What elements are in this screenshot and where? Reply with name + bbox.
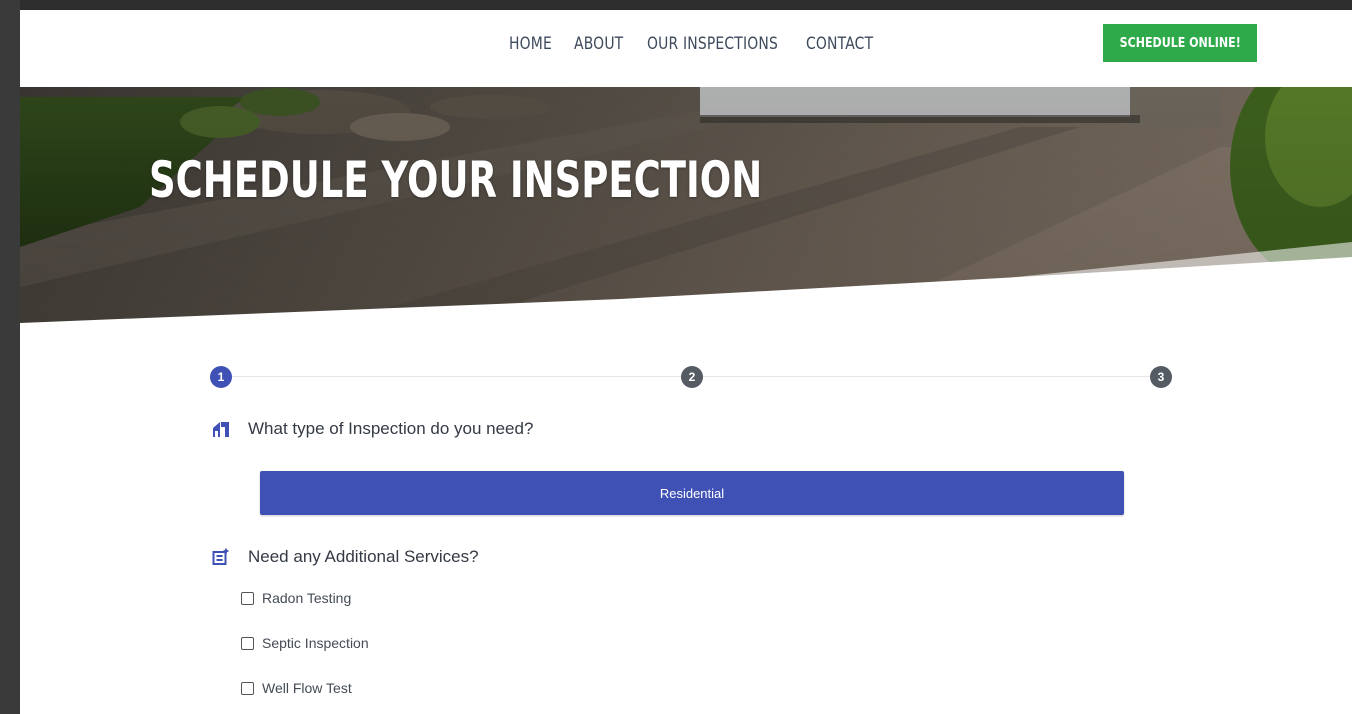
step-3-indicator: 3 (1150, 366, 1172, 388)
main-nav: HOME ABOUT OUR INSPECTIONS CONTACT (509, 34, 897, 54)
nav-contact-link[interactable]: CONTACT (806, 34, 873, 54)
page: HOME ABOUT OUR INSPECTIONS CONTACT SCHED… (20, 10, 1352, 714)
inspection-type-question: What type of Inspection do you need? (210, 418, 533, 440)
hero-title: SCHEDULE YOUR INSPECTION (149, 151, 763, 209)
inspection-type-label: What type of Inspection do you need? (248, 419, 534, 438)
additional-services-label: Need any Additional Services? (248, 547, 479, 566)
house-icon (210, 418, 232, 440)
progress-stepper: 1 2 3 (210, 366, 1174, 388)
step-1-indicator: 1 (210, 366, 232, 388)
schedule-online-button[interactable]: SCHEDULE ONLINE! (1103, 24, 1257, 62)
well-flow-test-label: Well Flow Test (262, 680, 352, 696)
add-note-icon (210, 546, 232, 568)
browser-frame-left (0, 0, 20, 714)
site-header: HOME ABOUT OUR INSPECTIONS CONTACT SCHED… (20, 10, 1352, 87)
septic-inspection-label: Septic Inspection (262, 635, 369, 651)
hero-banner: SCHEDULE YOUR INSPECTION (20, 87, 1352, 327)
step-2-indicator: 2 (681, 366, 703, 388)
nav-our-inspections-link[interactable]: OUR INSPECTIONS (647, 34, 778, 54)
septic-inspection-checkbox[interactable] (241, 636, 254, 650)
additional-services-question: Need any Additional Services? (210, 546, 479, 568)
radon-testing-label: Radon Testing (262, 590, 352, 606)
well-flow-test-checkbox[interactable] (241, 681, 254, 695)
radon-testing-checkbox[interactable] (241, 591, 254, 605)
service-radon-testing[interactable]: Radon Testing (241, 590, 351, 606)
service-well-flow-test[interactable]: Well Flow Test (241, 680, 352, 696)
residential-inspection-button[interactable]: Residential (260, 471, 1124, 515)
nav-home-link[interactable]: HOME (509, 34, 552, 54)
schedule-online-label: SCHEDULE ONLINE! (1119, 35, 1241, 51)
nav-about-link[interactable]: ABOUT (574, 34, 623, 54)
service-septic-inspection[interactable]: Septic Inspection (241, 635, 369, 651)
browser-frame-top (0, 0, 1352, 10)
